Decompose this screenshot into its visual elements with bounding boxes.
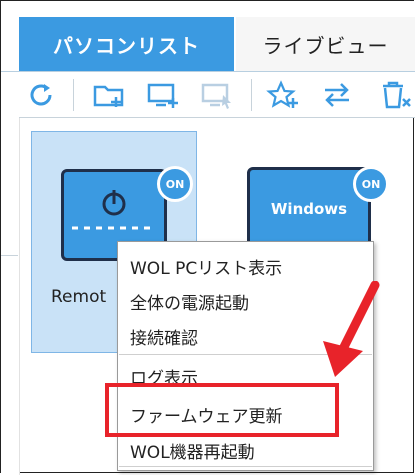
- tab-divider: [1, 71, 415, 72]
- toolbar: [19, 73, 415, 118]
- menu-item-connection-check[interactable]: 接続確認: [130, 324, 198, 349]
- tab-pc-list[interactable]: パソコンリスト: [19, 17, 234, 71]
- device-name: Remot: [51, 287, 107, 307]
- menu-item-power-on-all[interactable]: 全体の電源起動: [130, 289, 249, 314]
- menu-item-wol-restart[interactable]: WOL機器再起動: [130, 438, 255, 463]
- refresh-icon[interactable]: [21, 77, 61, 113]
- add-folder-icon[interactable]: [89, 77, 129, 113]
- left-panel-edge: [1, 73, 20, 475]
- status-badge: ON: [157, 166, 193, 202]
- arrow-icon: [323, 281, 380, 377]
- app-window: パソコンリスト ライブビュー ON Remot Windows ON WOL P…: [0, 0, 415, 475]
- toolbar-separator: [73, 79, 74, 111]
- favorite-add-icon[interactable]: [263, 77, 303, 113]
- menu-separator: [119, 466, 372, 467]
- tab-live-view[interactable]: ライブビュー: [236, 17, 415, 71]
- highlight-box: [105, 383, 339, 437]
- delete-pc-icon[interactable]: [375, 77, 415, 113]
- swap-icon[interactable]: [317, 77, 357, 113]
- remote-pc-icon[interactable]: [197, 77, 237, 113]
- menu-item-wol-pc-list[interactable]: WOL PCリスト表示: [130, 254, 282, 279]
- divider: [1, 255, 18, 256]
- tab-bar: パソコンリスト ライブビュー: [1, 1, 415, 73]
- add-pc-icon[interactable]: [143, 77, 183, 113]
- status-badge: ON: [353, 166, 389, 202]
- device-name: Windows: [270, 200, 348, 218]
- toolbar-separator: [251, 79, 252, 111]
